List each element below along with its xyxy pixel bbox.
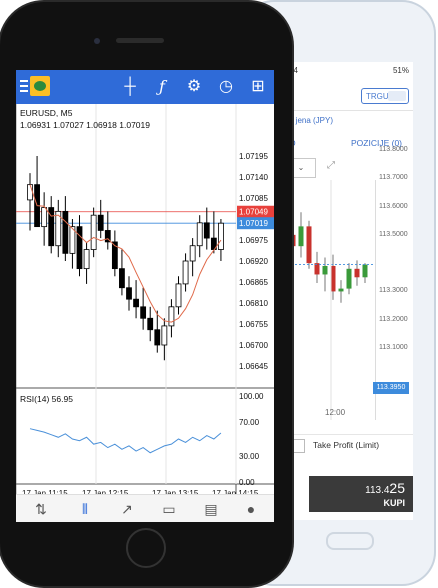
- history-icon[interactable]: ▭: [158, 499, 180, 519]
- price-label-11: 1.06645: [239, 362, 268, 371]
- home-button[interactable]: [126, 528, 166, 568]
- app-logo-icon: [30, 76, 50, 96]
- front-camera: [94, 38, 100, 44]
- objects-icon[interactable]: ⚙: [182, 74, 206, 100]
- candle-body-25: [203, 222, 210, 239]
- trade-icon[interactable]: ↗: [116, 499, 138, 519]
- broker-price-label-7: 113.1000: [379, 344, 408, 351]
- take-profit-checkbox[interactable]: [291, 439, 305, 453]
- candle-body-13: [119, 268, 125, 289]
- candle-body-8: [83, 249, 90, 270]
- trade-toggle[interactable]: TRGUJ: [361, 88, 409, 104]
- rsi-line: [29, 428, 222, 454]
- instrument-subtitle: g jena (JPY): [289, 116, 334, 125]
- price-label-4: 1.07019: [239, 219, 268, 228]
- price-chart[interactable]: 1.07195 1.07140 1.07085 1.07049 1.07019 1.069…: [16, 104, 274, 500]
- buy-price-main: 113.4: [365, 485, 390, 496]
- broker-candle-body-1: [298, 226, 304, 247]
- broker-chart[interactable]: 113.8000 113.7000 113.6000 113.5000 113.3000…: [287, 146, 413, 420]
- candle-body-21: [175, 283, 182, 308]
- broker-price-label-5: 113.3000: [379, 287, 408, 295]
- timeframe-clock-icon[interactable]: ◷: [214, 74, 238, 100]
- messages-icon[interactable]: ●: [240, 499, 262, 519]
- broker-candle-body-4: [322, 265, 328, 275]
- price-label-0: 1.07195: [239, 152, 268, 161]
- candle-body-0: [27, 184, 33, 201]
- price-label-9: 1.06755: [239, 320, 268, 329]
- buy-button[interactable]: 113.425 KUPI: [309, 476, 413, 512]
- price-label-7: 1.06865: [239, 278, 268, 287]
- candle-body-14: [126, 287, 132, 300]
- broker-price-label-6: 113.2000: [379, 315, 408, 323]
- candle-body-9: [90, 214, 97, 250]
- white-phone-home-bar: [326, 532, 374, 550]
- indicators-icon[interactable]: ƒ: [150, 74, 174, 100]
- current-price-tag: 113.3950: [373, 382, 409, 394]
- toggle-knob: [388, 91, 406, 101]
- quotes-icon[interactable]: ⇅: [30, 499, 52, 519]
- candle-body-22: [182, 260, 189, 285]
- crosshair-icon[interactable]: ┼: [118, 74, 142, 100]
- candle-body-24: [196, 222, 203, 247]
- take-profit-label: Take Profit (Limit): [313, 440, 380, 450]
- price-label-5: 1.06975: [239, 236, 268, 245]
- candle-body-20: [168, 306, 175, 327]
- menu-icon[interactable]: [20, 80, 28, 92]
- broker-price-label-3: 113.5000: [379, 230, 408, 238]
- broker-price-label-2: 113.6000: [379, 202, 408, 210]
- candle-body-7: [76, 226, 83, 270]
- chart-ohlc: 1.06931 1.07027 1.06918 1.07019: [20, 120, 150, 130]
- news-icon[interactable]: ▤: [200, 499, 222, 519]
- broker-price-label-1: 113.7000: [379, 174, 408, 182]
- price-label-10: 1.06700: [239, 341, 268, 350]
- rsi-level-1: 70.00: [239, 418, 260, 427]
- price-label-3: 1.07049: [239, 208, 268, 217]
- rsi-level-0: 100.00: [239, 392, 264, 401]
- buy-label: KUPI: [383, 498, 405, 508]
- chart-toolbar: ┼ ƒ ⚙ ◷ ⊞: [16, 70, 274, 104]
- bottom-navigation: ⇅ ⦀ ↗ ▭ ▤ ●: [16, 494, 274, 522]
- candle-body-5: [62, 210, 69, 254]
- broker-top-bar: TRGUJ: [287, 80, 413, 111]
- earpiece-speaker: [116, 38, 164, 43]
- chart-symbol: EURUSD, M5: [20, 108, 73, 118]
- candle-body-23: [189, 245, 196, 262]
- candle-body-16: [140, 306, 147, 319]
- price-label-1: 1.07140: [239, 173, 268, 182]
- broker-app-screen: 54 51% TRGUJ g jena (JPY) O POZICIJE (0)…: [287, 62, 413, 520]
- candle-body-27: [218, 222, 224, 250]
- rsi-level-2: 30.00: [239, 452, 260, 461]
- status-bar: 54 51%: [289, 66, 409, 75]
- broker-candle-body-9: [362, 264, 368, 278]
- broker-price-label-0: 113.8000: [379, 146, 408, 153]
- new-order-icon[interactable]: ⊞: [246, 74, 270, 100]
- candle-body-19: [161, 325, 168, 346]
- broker-candle-body-8: [354, 268, 360, 278]
- candle-body-17: [147, 317, 154, 331]
- price-label-6: 1.06920: [239, 257, 268, 266]
- expand-icon[interactable]: ⤢: [327, 160, 335, 171]
- chart-icon[interactable]: ⦀: [74, 499, 96, 519]
- candle-body-18: [154, 329, 161, 346]
- buy-price: 113.425: [365, 480, 405, 496]
- broker-candle-body-7: [346, 268, 352, 289]
- price-label-2: 1.07085: [239, 194, 268, 203]
- candle-body-10: [97, 214, 104, 231]
- rsi-label: RSI(14) 56.95: [20, 394, 73, 404]
- trading-app-screen: ┼ ƒ ⚙ ◷ ⊞ 1.07195 1.07140 1.07085 1.07049 1.…: [16, 70, 274, 522]
- candle-body-2: [41, 207, 48, 228]
- broker-candle-body-2: [306, 226, 312, 264]
- take-profit-row[interactable]: Take Profit (Limit): [287, 434, 413, 455]
- status-battery: 51%: [392, 66, 409, 75]
- broker-candle-body-6: [338, 288, 344, 292]
- candle-body-15: [133, 298, 139, 308]
- chevron-down-icon: ⌄: [297, 163, 305, 172]
- buy-price-big: 25: [389, 480, 405, 496]
- price-chart-svg: 1.07195 1.07140 1.07085 1.07049 1.07019 1.069…: [16, 104, 274, 500]
- price-label-8: 1.06810: [239, 299, 268, 308]
- rsi-level-3: 0.00: [239, 478, 255, 487]
- broker-time-label: 12:00: [325, 408, 346, 417]
